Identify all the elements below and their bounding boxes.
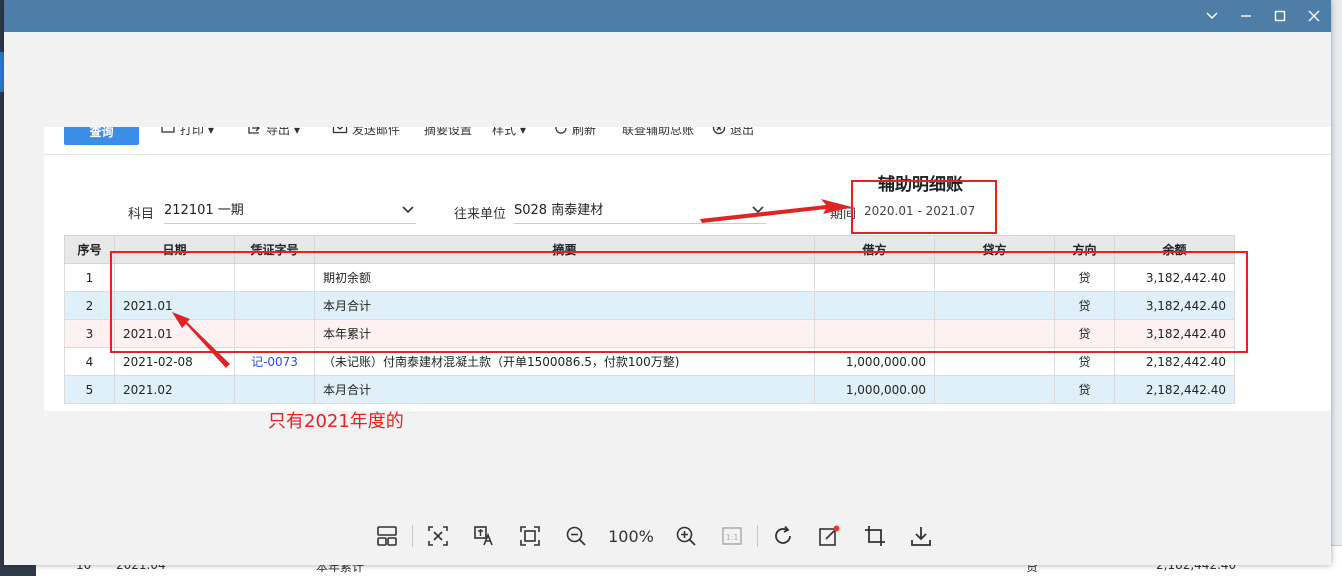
chevron-down-icon: ▾ <box>208 127 215 137</box>
crop-icon[interactable] <box>852 518 898 554</box>
chevron-down-icon <box>402 197 414 224</box>
header-no[interactable]: 序号 <box>64 235 115 264</box>
chevron-down-icon: ▾ <box>294 127 301 137</box>
send-email-label: 发送邮件 <box>352 127 401 137</box>
cell-no: 1 <box>64 263 115 292</box>
export-button[interactable]: 导出 ▾ <box>246 127 300 138</box>
viewer-canvas-background <box>4 32 1331 127</box>
style-button[interactable]: 样式 ▾ <box>492 127 526 138</box>
cell-no: 2 <box>64 291 115 320</box>
export-icon <box>246 127 262 138</box>
period-highlight-box <box>851 180 997 234</box>
zoom-in-icon[interactable] <box>663 518 709 554</box>
summary-settings-label: 摘要设置 <box>424 127 473 137</box>
export-label: 导出 <box>266 127 291 137</box>
partner-select[interactable]: S028 南泰建材 <box>514 197 766 224</box>
viewer-toolbar: 100% 1:1 <box>364 518 944 554</box>
cell-debit: 1,000,000.00 <box>814 375 935 404</box>
svg-text:1:1: 1:1 <box>726 533 739 542</box>
summary-settings-button[interactable]: 摘要设置 <box>424 127 472 138</box>
close-icon[interactable] <box>1297 0 1331 32</box>
print-button[interactable]: 打印 ▾ <box>160 127 214 138</box>
mail-icon <box>332 127 348 138</box>
refresh-icon <box>554 127 568 138</box>
print-label: 打印 <box>180 127 205 137</box>
toolbar-divider <box>757 525 758 547</box>
cell-date: 2021.02 <box>114 375 235 404</box>
download-icon[interactable] <box>898 518 944 554</box>
thumbnails-icon[interactable] <box>364 518 410 554</box>
actual-size-icon[interactable]: 1:1 <box>709 518 755 554</box>
chevron-down-icon: ▾ <box>520 127 527 137</box>
partner-value: S028 南泰建材 <box>514 203 604 218</box>
cell-no: 5 <box>64 375 115 404</box>
app-toolbar: 查询 打印 ▾ 导出 ▾ 发送邮件 摘要设置 样式 ▾ 刷新 联查辅助总账 退出 <box>44 127 1331 155</box>
cell-voucher <box>234 375 315 404</box>
exit-icon <box>712 127 726 138</box>
rotate-icon[interactable] <box>760 518 806 554</box>
table-row[interactable]: 5 2021.02 本月合计 1,000,000.00 贷 2,182,442.… <box>64 375 1235 404</box>
partner-label: 往来单位 <box>454 207 507 222</box>
cell-summary: 本月合计 <box>314 375 815 404</box>
annotate-icon[interactable] <box>806 518 852 554</box>
chevron-down-icon[interactable] <box>1195 0 1229 32</box>
cell-no: 4 <box>64 347 115 376</box>
maximize-icon[interactable] <box>1263 0 1297 32</box>
refresh-label: 刷新 <box>572 127 597 137</box>
linked-summary-label: 联查辅助总账 <box>622 127 695 137</box>
exit-button[interactable]: 退出 <box>712 127 754 138</box>
annotation-note: 只有2021年度的 <box>268 411 404 432</box>
cell-no: 3 <box>64 319 115 348</box>
zoom-out-icon[interactable] <box>553 518 599 554</box>
translate-icon[interactable] <box>461 518 507 554</box>
refresh-button[interactable]: 刷新 <box>554 127 596 138</box>
linked-summary-button[interactable]: 联查辅助总账 <box>622 127 694 138</box>
toolbar-divider <box>412 525 413 547</box>
viewer-titlebar <box>4 0 1331 32</box>
rows-highlight-box <box>110 251 1248 353</box>
cell-credit <box>934 375 1055 404</box>
exit-label: 退出 <box>730 127 755 137</box>
subject-label: 科目 <box>128 207 155 222</box>
fit-screen-icon[interactable] <box>507 518 553 554</box>
cell-direction: 贷 <box>1054 375 1115 404</box>
style-label: 样式 <box>492 127 517 137</box>
subject-select[interactable]: 212101 一期 <box>164 197 416 224</box>
printer-icon <box>160 127 176 138</box>
send-email-button[interactable]: 发送邮件 <box>332 127 400 138</box>
minimize-icon[interactable] <box>1229 0 1263 32</box>
subject-value: 212101 一期 <box>164 203 244 218</box>
query-button[interactable]: 查询 <box>64 127 139 145</box>
cell-balance: 2,182,442.40 <box>1114 375 1235 404</box>
chevron-down-icon <box>752 197 764 224</box>
ocr-icon[interactable] <box>415 518 461 554</box>
zoom-level[interactable]: 100% <box>599 527 663 546</box>
